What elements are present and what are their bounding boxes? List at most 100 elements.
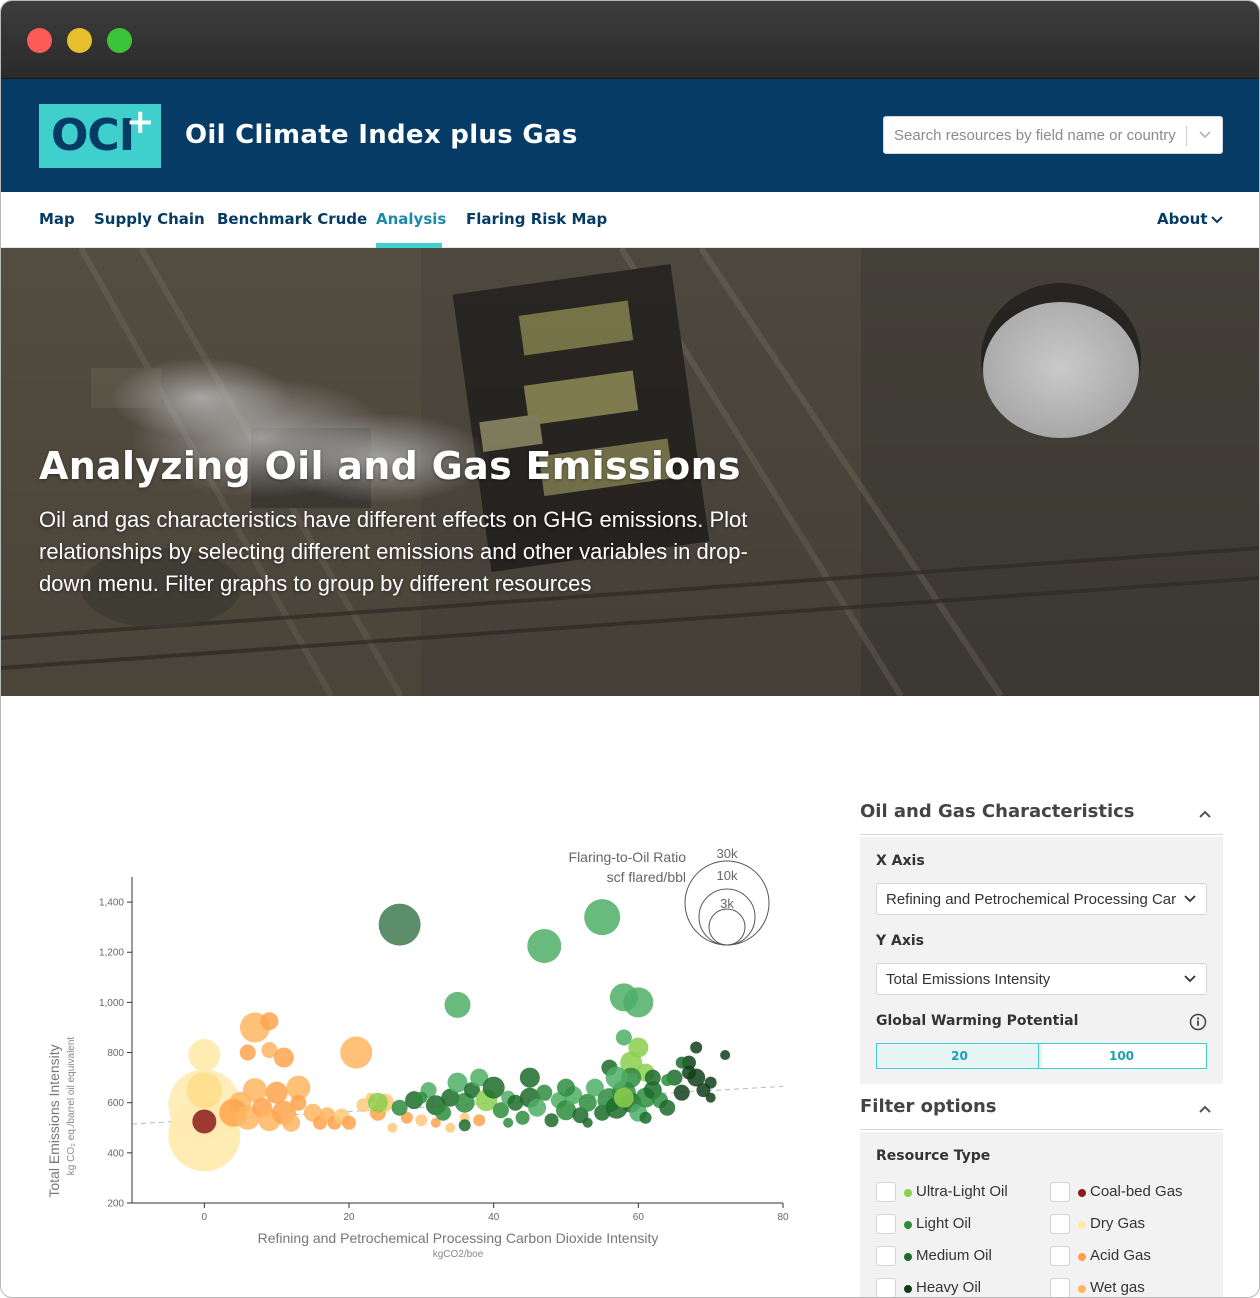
characteristics-header[interactable]: Oil and Gas Characteristics	[860, 799, 1223, 835]
resource-filter-dry-gas[interactable]: Dry Gas	[1050, 1214, 1220, 1236]
filter-title: Filter options	[860, 1096, 997, 1117]
data-point[interactable]	[661, 1074, 674, 1087]
data-point[interactable]	[473, 1114, 486, 1127]
resource-label: Dry Gas	[1090, 1215, 1146, 1232]
hero-description: Oil and gas characteristics have differe…	[39, 507, 748, 596]
x-axis-select[interactable]: Refining and Petrochemical Processing Ca…	[876, 883, 1207, 915]
data-point[interactable]	[503, 1117, 514, 1128]
resource-label: Ultra-Light Oil	[916, 1183, 1008, 1200]
nav-item-benchmark-crude[interactable]: Benchmark Crude	[217, 210, 367, 228]
info-icon[interactable]	[1189, 1013, 1207, 1031]
data-point[interactable]	[704, 1076, 717, 1089]
chevron-down-icon[interactable]	[1196, 125, 1214, 143]
resource-filter-medium-oil[interactable]: Medium Oil	[876, 1246, 1046, 1268]
legend-color-dot	[1078, 1285, 1086, 1293]
data-point[interactable]	[273, 1047, 294, 1068]
checkbox[interactable]	[876, 1214, 896, 1234]
data-point[interactable]	[492, 1102, 509, 1119]
resource-filter-acid-gas[interactable]: Acid Gas	[1050, 1246, 1220, 1268]
data-point[interactable]	[515, 1110, 530, 1125]
data-point[interactable]	[690, 1041, 703, 1054]
data-point[interactable]	[659, 1099, 676, 1116]
data-point[interactable]	[444, 991, 471, 1018]
checkbox[interactable]	[1050, 1214, 1070, 1234]
nav-item-supply-chain[interactable]: Supply Chain	[94, 210, 205, 228]
data-point[interactable]	[391, 1099, 408, 1116]
data-point[interactable]	[378, 903, 421, 946]
data-point[interactable]	[387, 1122, 398, 1133]
data-point[interactable]	[644, 1069, 661, 1086]
nav-item-flaring-risk-map[interactable]: Flaring Risk Map	[466, 210, 607, 228]
y-tick-label: 1,000	[99, 998, 124, 1009]
data-point[interactable]	[188, 1039, 221, 1072]
x-tick-label: 40	[488, 1212, 500, 1223]
data-point[interactable]	[435, 1104, 452, 1121]
checkbox[interactable]	[876, 1278, 896, 1297]
checkbox[interactable]	[876, 1246, 896, 1266]
data-point[interactable]	[615, 1029, 632, 1046]
data-point[interactable]	[290, 1094, 307, 1111]
maximize-window-button[interactable]	[107, 28, 132, 53]
resource-filter-coal-bed-gas[interactable]: Coal-bed Gas	[1050, 1182, 1220, 1204]
data-point[interactable]	[415, 1114, 428, 1127]
search-input[interactable]	[884, 117, 1184, 153]
main-nav: Map Supply Chain Benchmark Crude Analysi…	[1, 192, 1259, 248]
data-point[interactable]	[415, 1091, 428, 1104]
close-window-button[interactable]	[27, 28, 52, 53]
nav-item-about[interactable]: About	[1157, 210, 1208, 228]
data-point[interactable]	[239, 1044, 256, 1061]
data-point[interactable]	[605, 1066, 628, 1089]
data-point[interactable]	[720, 1050, 731, 1061]
search-box[interactable]	[883, 116, 1223, 154]
chevron-up-icon[interactable]	[1197, 807, 1213, 821]
data-point[interactable]	[582, 1117, 593, 1128]
chevron-down-icon[interactable]	[1209, 213, 1225, 227]
x-axis-label: X Axis	[876, 853, 925, 869]
data-point[interactable]	[639, 1111, 652, 1124]
y-tick-label: 600	[107, 1098, 124, 1109]
data-point[interactable]	[544, 1113, 559, 1128]
gwp-option-20[interactable]: 20	[877, 1044, 1042, 1068]
resource-filter-ultra-light-oil[interactable]: Ultra-Light Oil	[876, 1182, 1046, 1204]
checkbox[interactable]	[1050, 1278, 1070, 1297]
data-point[interactable]	[557, 1078, 575, 1097]
logo-text: OCI	[51, 110, 135, 161]
data-point[interactable]	[260, 1012, 279, 1031]
data-point[interactable]	[527, 928, 562, 963]
filter-header[interactable]: Filter options	[860, 1094, 1223, 1130]
checkbox[interactable]	[1050, 1246, 1070, 1266]
data-point[interactable]	[340, 1036, 373, 1069]
data-point[interactable]	[705, 1092, 716, 1103]
data-point[interactable]	[458, 1119, 471, 1132]
gwp-option-100[interactable]: 100	[1039, 1044, 1204, 1068]
checkbox[interactable]	[1050, 1182, 1070, 1202]
y-tick-label: 800	[107, 1048, 124, 1059]
data-point[interactable]	[342, 1115, 356, 1130]
data-point[interactable]	[482, 1076, 505, 1099]
data-point[interactable]	[673, 1084, 690, 1101]
oci-logo[interactable]: OCI +	[39, 102, 161, 168]
checkbox[interactable]	[876, 1182, 896, 1202]
data-point[interactable]	[528, 1098, 547, 1117]
data-point[interactable]	[192, 1109, 217, 1134]
data-point[interactable]	[681, 1065, 696, 1080]
data-point[interactable]	[584, 899, 621, 936]
data-point[interactable]	[367, 1092, 388, 1113]
y-tick-label: 200	[107, 1199, 124, 1210]
data-point[interactable]	[282, 1113, 301, 1132]
resource-filter-heavy-oil[interactable]: Heavy Oil	[876, 1278, 1046, 1297]
data-point[interactable]	[519, 1067, 540, 1088]
site-title: Oil Climate Index plus Gas	[185, 120, 578, 150]
minimize-window-button[interactable]	[67, 28, 92, 53]
data-point[interactable]	[613, 1087, 634, 1108]
resource-filter-light-oil[interactable]: Light Oil	[876, 1214, 1046, 1236]
chevron-up-icon[interactable]	[1197, 1102, 1213, 1116]
data-point[interactable]	[445, 1122, 456, 1133]
y-axis-select[interactable]: Total Emissions Intensity	[876, 963, 1207, 995]
data-point[interactable]	[536, 1084, 553, 1101]
nav-item-analysis[interactable]: Analysis	[376, 210, 446, 228]
nav-item-map[interactable]: Map	[39, 210, 75, 228]
resource-filter-wet-gas[interactable]: Wet gas	[1050, 1278, 1220, 1297]
data-point[interactable]	[609, 983, 638, 1012]
data-point[interactable]	[186, 1072, 223, 1109]
